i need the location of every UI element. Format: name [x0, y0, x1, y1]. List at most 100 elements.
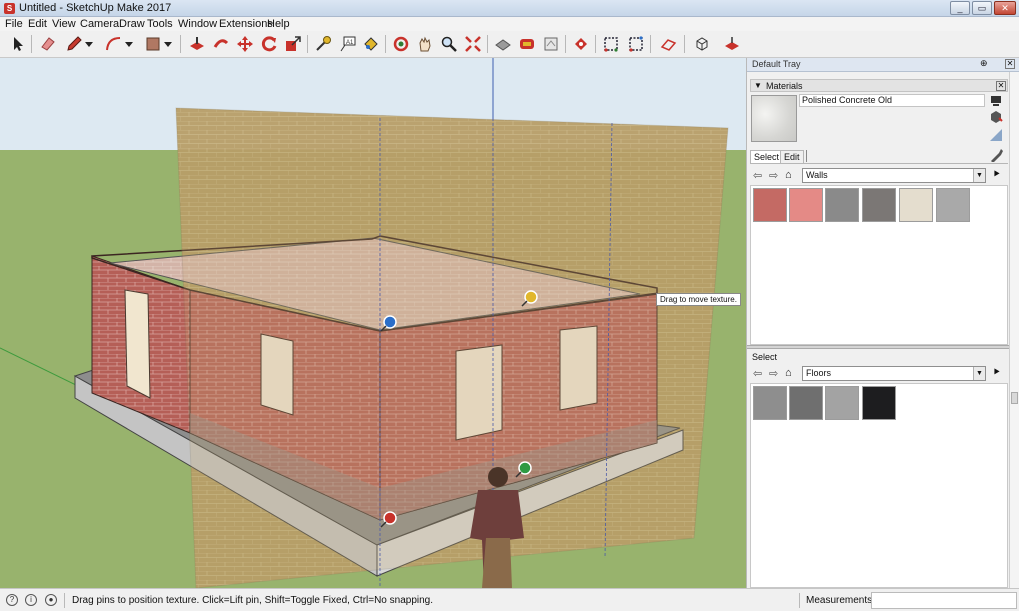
display-secondary-icon[interactable] [989, 94, 1003, 108]
tray-title: Default Tray [752, 59, 801, 69]
default-tray: Default Tray ⊕ ✕ ▼ Materials ✕ Polished … [746, 58, 1019, 588]
tab-select[interactable]: Select [750, 150, 784, 163]
axes-icon[interactable] [658, 34, 678, 54]
sketchup-logo-icon: S [4, 3, 15, 14]
menu-draw[interactable]: Draw [119, 18, 145, 30]
follow-me-icon[interactable] [211, 34, 231, 54]
swatch-floor-4[interactable] [862, 386, 896, 420]
lower-swatch-grid [750, 383, 1008, 588]
lower-collection-select[interactable]: Floors ▼ [802, 366, 986, 381]
menu-camera[interactable]: Camera [80, 18, 119, 30]
rectangle-icon[interactable] [143, 34, 163, 54]
pencil-icon[interactable] [64, 34, 84, 54]
home-icon[interactable]: ⌂ [785, 169, 792, 181]
swatch-wall-2[interactable] [789, 188, 823, 222]
paint-bucket-icon[interactable] [361, 34, 381, 54]
measurements-input[interactable] [871, 592, 1017, 609]
extension-manager-icon[interactable] [571, 34, 591, 54]
material-name-field[interactable]: Polished Concrete Old [799, 94, 985, 107]
scale-icon[interactable] [283, 34, 303, 54]
arc-icon[interactable] [103, 34, 123, 54]
texture-tooltip: Drag to move texture. [656, 293, 741, 306]
tray-scrollbar[interactable] [1009, 72, 1019, 588]
move-icon[interactable] [235, 34, 255, 54]
menu-tools[interactable]: Tools [147, 18, 173, 30]
lower-collection-value: Floors [806, 368, 832, 378]
extension-warehouse-icon[interactable] [517, 34, 537, 54]
swatch-floor-3[interactable] [825, 386, 859, 420]
menu-edit[interactable]: Edit [28, 18, 47, 30]
default-material-icon[interactable] [989, 128, 1003, 142]
material-preview [751, 95, 797, 142]
swatch-wall-6[interactable] [936, 188, 970, 222]
close-tray-icon[interactable]: ✕ [1005, 59, 1015, 69]
scrollbar-thumb[interactable] [1011, 392, 1018, 404]
lower-browse-row: ⇦ ⇨ ⌂ Floors ▼ ⯈ [752, 366, 1010, 382]
select-icon[interactable] [8, 34, 28, 54]
details-arrow-icon[interactable]: ⯈ [992, 169, 1001, 182]
3d-warehouse-icon[interactable] [493, 34, 513, 54]
collapse-arrow-icon[interactable]: ▼ [754, 81, 762, 90]
panel-splitter[interactable] [747, 345, 1009, 349]
menu-bar: File Edit View Camera Draw Tools Window … [0, 17, 1019, 31]
eraser-icon[interactable] [38, 34, 58, 54]
pin-tray-icon[interactable]: ⊕ [980, 58, 988, 69]
back-arrow-icon[interactable]: ⇦ [753, 367, 762, 380]
swatch-wall-4[interactable] [862, 188, 896, 222]
upper-browse-row: ⇦ ⇨ ⌂ Walls ▼ ⯈ [752, 168, 1010, 184]
close-materials-icon[interactable]: ✕ [996, 81, 1006, 91]
sample-paint-icon[interactable] [989, 148, 1003, 162]
zoom-extents-icon[interactable] [463, 34, 483, 54]
swatch-wall-5[interactable] [899, 188, 933, 222]
materials-tab-row: Select Edit [750, 150, 1008, 164]
swatch-floor-2[interactable] [789, 386, 823, 420]
menu-help[interactable]: Help [267, 18, 290, 30]
credits-icon[interactable]: i [25, 594, 37, 606]
swatch-wall-1[interactable] [753, 188, 787, 222]
details-arrow-icon[interactable]: ⯈ [992, 367, 1001, 380]
arc-dropdown-icon[interactable] [124, 34, 134, 54]
forward-arrow-icon[interactable]: ⇨ [769, 367, 778, 380]
pencil-dropdown-icon[interactable] [84, 34, 94, 54]
zoom-icon[interactable] [439, 34, 459, 54]
modeling-viewport[interactable]: Drag to move texture. [0, 58, 746, 588]
3d-scene[interactable] [0, 58, 746, 588]
section-plane-icon[interactable] [601, 34, 621, 54]
menu-file[interactable]: File [5, 18, 23, 30]
tray-header: Default Tray ⊕ ✕ [747, 58, 1019, 72]
push-pull-icon[interactable] [187, 34, 207, 54]
tab-edit[interactable]: Edit [780, 150, 804, 163]
materials-panel-header[interactable]: ▼ Materials ✕ [750, 79, 1008, 92]
chevron-down-icon: ▼ [973, 367, 985, 380]
geo-location-icon[interactable]: ? [6, 594, 18, 606]
close-button[interactable]: ✕ [994, 1, 1016, 15]
section-display-icon[interactable] [626, 34, 646, 54]
status-message: Drag pins to position texture. Click=Lif… [72, 595, 434, 606]
materials-title: Materials [766, 81, 803, 91]
upper-collection-select[interactable]: Walls ▼ [802, 168, 986, 183]
menu-view[interactable]: View [52, 18, 76, 30]
swatch-wall-3[interactable] [825, 188, 859, 222]
text-icon[interactable]: A1 [338, 34, 358, 54]
menu-window[interactable]: Window [178, 18, 217, 30]
user-account-icon[interactable]: ● [45, 594, 57, 606]
tape-measure-icon[interactable] [313, 34, 333, 54]
rectangle-dropdown-icon[interactable] [163, 34, 173, 54]
door [124, 289, 151, 399]
rotate-icon[interactable] [259, 34, 279, 54]
create-material-icon[interactable] [989, 110, 1003, 124]
layout-icon[interactable] [541, 34, 561, 54]
orbit-icon[interactable] [391, 34, 411, 54]
swatch-floor-1[interactable] [753, 386, 787, 420]
minimize-button[interactable]: _ [950, 1, 970, 15]
iso-view-icon[interactable] [692, 34, 712, 54]
lower-select-label: Select [752, 352, 778, 362]
forward-arrow-icon[interactable]: ⇨ [769, 169, 778, 182]
back-arrow-icon[interactable]: ⇦ [753, 169, 762, 182]
pan-icon[interactable] [415, 34, 435, 54]
chevron-down-icon: ▼ [973, 169, 985, 182]
maximize-button[interactable]: ▭ [972, 1, 992, 15]
home-icon[interactable]: ⌂ [785, 367, 792, 379]
menu-extensions[interactable]: Extensions [219, 18, 273, 30]
top-view-icon[interactable] [722, 34, 742, 54]
